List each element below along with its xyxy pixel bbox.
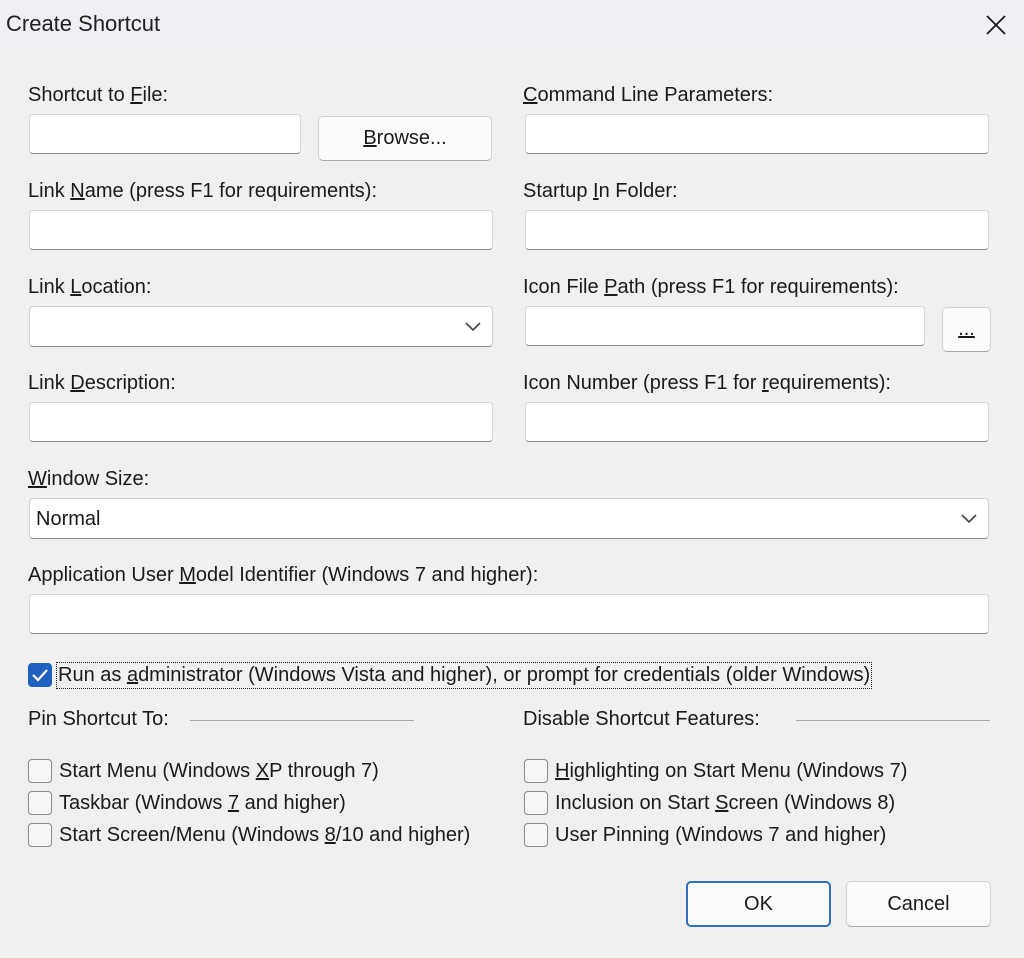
run-as-admin-label[interactable]: Run as administrator (Windows Vista and … xyxy=(55,662,873,689)
window-size-selected: Normal xyxy=(36,508,101,530)
link-description-label: Link Description: xyxy=(28,372,176,394)
chevron-down-icon xyxy=(465,322,481,332)
icon-browse-button[interactable]: ... xyxy=(942,307,991,352)
startup-in-folder-input[interactable] xyxy=(525,210,989,250)
disable-user-pinning-checkbox[interactable] xyxy=(524,823,548,847)
cancel-button[interactable]: Cancel xyxy=(846,881,991,927)
window-size-combobox[interactable]: Normal xyxy=(29,498,989,539)
shortcut-to-file-label: Shortcut to File: xyxy=(28,84,169,106)
pin-start-menu-label[interactable]: Start Menu (Windows XP through 7) xyxy=(59,760,379,783)
chevron-down-icon xyxy=(961,514,977,524)
pin-start-screen-checkbox[interactable] xyxy=(28,823,52,847)
disable-highlighting-label[interactable]: Highlighting on Start Menu (Windows 7) xyxy=(555,760,907,783)
link-location-label: Link Location: xyxy=(28,276,152,298)
close-icon xyxy=(986,15,1006,35)
window-size-label: Window Size: xyxy=(28,468,150,490)
icon-number-label: Icon Number (press F1 for requirements): xyxy=(523,372,891,394)
app-user-model-id-label: Application User Model Identifier (Windo… xyxy=(28,564,539,586)
disable-group-separator xyxy=(796,720,990,721)
app-user-model-id-input[interactable] xyxy=(29,594,989,634)
create-shortcut-dialog: Create Shortcut Shortcut to File: Browse… xyxy=(0,0,1024,958)
icon-file-path-input[interactable] xyxy=(525,306,925,346)
shortcut-to-file-input[interactable] xyxy=(29,114,301,154)
ok-button[interactable]: OK xyxy=(686,881,831,927)
title-bar: Create Shortcut xyxy=(0,0,1024,50)
command-line-parameters-input[interactable] xyxy=(525,114,989,154)
checkmark-icon xyxy=(32,669,48,682)
link-name-label: Link Name (press F1 for requirements): xyxy=(28,180,378,202)
browse-button[interactable]: Browse... xyxy=(318,116,492,161)
icon-number-input[interactable] xyxy=(525,402,989,442)
disable-shortcut-features-label: Disable Shortcut Features: xyxy=(523,708,760,730)
pin-group-separator xyxy=(190,720,414,721)
disable-user-pinning-label[interactable]: User Pinning (Windows 7 and higher) xyxy=(555,824,886,847)
startup-in-folder-label: Startup In Folder: xyxy=(523,180,678,202)
disable-highlighting-checkbox[interactable] xyxy=(524,759,548,783)
disable-inclusion-label[interactable]: Inclusion on Start Screen (Windows 8) xyxy=(555,792,895,815)
pin-start-screen-label[interactable]: Start Screen/Menu (Windows 8/10 and high… xyxy=(59,824,470,847)
pin-taskbar-checkbox[interactable] xyxy=(28,791,52,815)
link-name-input[interactable] xyxy=(29,210,493,250)
link-description-input[interactable] xyxy=(29,402,493,442)
link-location-combobox[interactable] xyxy=(29,306,493,347)
pin-taskbar-label[interactable]: Taskbar (Windows 7 and higher) xyxy=(59,792,346,815)
pin-start-menu-checkbox[interactable] xyxy=(28,759,52,783)
run-as-admin-checkbox[interactable] xyxy=(28,663,52,687)
window-title: Create Shortcut xyxy=(6,11,161,36)
disable-inclusion-checkbox[interactable] xyxy=(524,791,548,815)
icon-file-path-label: Icon File Path (press F1 for requirement… xyxy=(523,276,899,298)
pin-shortcut-to-label: Pin Shortcut To: xyxy=(28,708,169,730)
command-line-parameters-label: Command Line Parameters: xyxy=(523,84,774,106)
close-button[interactable] xyxy=(968,0,1024,50)
